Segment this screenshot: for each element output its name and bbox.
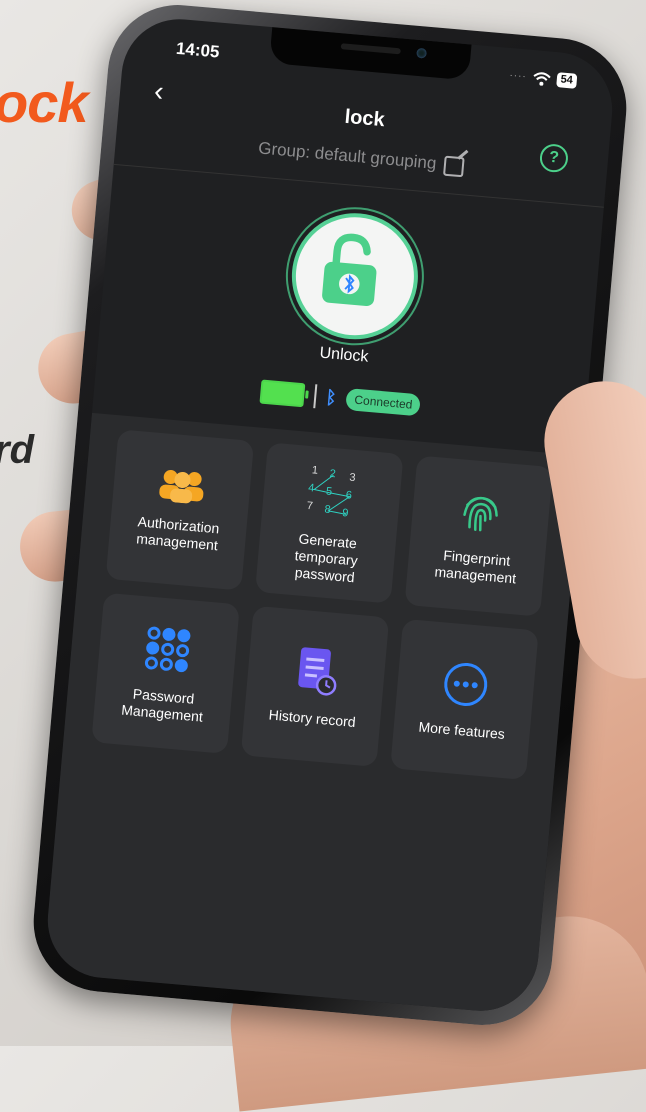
speaker — [340, 43, 401, 55]
generate-temporary-password-tile[interactable]: 1 2 3 4 5 6 7 8 9 Generate temporary pas… — [255, 442, 404, 604]
group-label: Group: default grouping — [257, 138, 438, 173]
edit-icon[interactable] — [443, 155, 466, 177]
promo-word: rd — [0, 428, 34, 472]
authorization-management-tile[interactable]: Authorization management — [105, 429, 255, 591]
keypad-digit: 1 — [311, 464, 318, 476]
users-icon — [159, 469, 204, 504]
phone: 14:05 ···· 54 ‹ lock ? Group: default gr… — [27, 0, 633, 1031]
app-screen: 14:05 ···· 54 ‹ lock ? Group: default gr… — [43, 14, 617, 1016]
status-indicators: ···· 54 — [509, 68, 578, 89]
connection-status-badge: Connected — [345, 388, 422, 417]
tile-label: Generate temporary password — [294, 529, 359, 585]
wifi-icon — [533, 71, 551, 86]
battery-level: 54 — [555, 72, 578, 89]
keypad-digit: 3 — [349, 471, 356, 483]
tile-label: Fingerprint management — [433, 547, 517, 587]
keypad-digit: 2 — [329, 467, 336, 479]
keypad-digit: 7 — [306, 499, 313, 511]
keypad-digit: 4 — [308, 482, 315, 494]
status-time: 14:05 — [175, 38, 221, 62]
password-management-tile[interactable]: Password Management — [91, 592, 240, 754]
bluetooth-icon: ᛒ — [324, 386, 338, 408]
more-features-tile[interactable]: More features — [390, 618, 539, 781]
fingerprint-icon — [463, 496, 498, 532]
front-camera — [416, 47, 428, 59]
signal-icon: ···· — [508, 69, 528, 83]
tile-label: Password Management — [120, 685, 204, 725]
divider — [312, 384, 317, 409]
tile-label: Authorization management — [135, 513, 220, 554]
promo-title: ock — [0, 71, 88, 134]
dots-grid-icon — [144, 626, 191, 673]
feature-area: Authorization management 1 2 3 4 5 6 7 8… — [43, 412, 583, 1016]
document-clock-icon — [298, 646, 337, 696]
unlock-button[interactable] — [286, 208, 424, 345]
feature-grid: Authorization management 1 2 3 4 5 6 7 8… — [91, 429, 554, 781]
keypad-pattern-icon: 1 2 3 4 5 6 7 8 9 — [306, 464, 356, 519]
fingerprint-management-tile[interactable]: Fingerprint management — [404, 455, 554, 617]
battery-icon — [259, 379, 305, 408]
history-record-tile[interactable]: History record — [240, 605, 390, 767]
more-icon — [444, 662, 488, 706]
padlock-bluetooth-icon — [322, 233, 377, 307]
tile-label: History record — [268, 705, 357, 730]
tile-label: More features — [418, 718, 506, 742]
